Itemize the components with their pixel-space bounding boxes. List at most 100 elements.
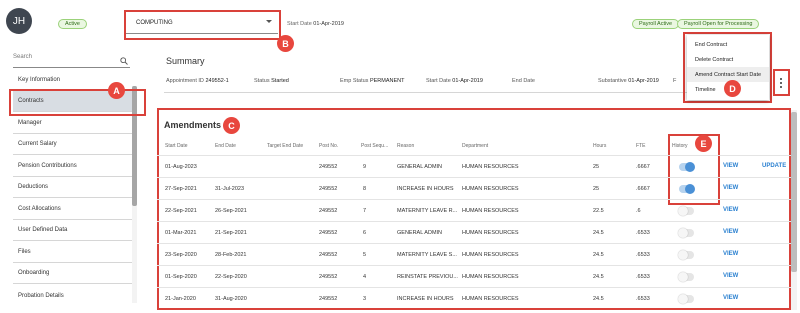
cell-post-no: 249552 <box>319 296 338 302</box>
history-toggle[interactable] <box>678 294 694 304</box>
cell-fte: .6533 <box>636 296 650 302</box>
toggle-knob <box>685 162 695 172</box>
column-header-department[interactable]: Department <box>462 143 488 149</box>
summary-start-date: Start Date 01-Apr-2019 <box>426 78 483 84</box>
cell-end-date: 31-Jul-2023 <box>215 186 245 192</box>
annotation-marker-c: C <box>223 117 240 134</box>
cell-start-date: 01-Mar-2021 <box>165 230 197 236</box>
cell-fte: .6533 <box>636 274 650 280</box>
amendments-title: Amendments <box>164 120 222 130</box>
history-toggle[interactable] <box>678 250 694 260</box>
cell-start-date: 21-Jan-2020 <box>165 296 196 302</box>
view-link[interactable]: VIEW <box>723 273 738 279</box>
summary-end-date: End Date <box>512 78 535 84</box>
cell-fte: .6 <box>636 208 641 214</box>
table-row[interactable]: 01-Mar-2021 21-Sep-2021 249552 6 GENERAL… <box>157 221 797 243</box>
sidebar-item-pension-contributions[interactable]: Pension Contributions <box>13 156 133 177</box>
cell-hours: 25 <box>593 164 600 170</box>
table-row[interactable]: 21-Jan-2020 31-Aug-2020 249552 3 INCREAS… <box>157 287 797 309</box>
cell-hours: 24.5 <box>593 252 604 258</box>
column-header-post-no[interactable]: Post No. <box>319 143 338 149</box>
payroll-active-badge: Payroll Active <box>632 19 680 29</box>
history-toggle[interactable] <box>679 184 695 194</box>
cell-fte: .6533 <box>636 252 650 258</box>
menu-item-delete-contract[interactable]: Delete Contract <box>687 52 769 67</box>
update-link[interactable]: UPDATE <box>762 163 786 169</box>
annotation-marker-e: E <box>695 135 712 152</box>
header-start-date: Start Date 01-Apr-2019 <box>287 21 344 27</box>
history-toggle[interactable] <box>679 162 695 172</box>
toggle-knob <box>678 250 688 260</box>
toggle-knob <box>678 206 688 216</box>
cell-hours: 24.5 <box>593 274 604 280</box>
table-row[interactable]: 22-Sep-2021 26-Sep-2021 249552 7 MATERNI… <box>157 199 797 221</box>
cell-post-no: 249552 <box>319 274 338 280</box>
cell-post-sequence: 9 <box>363 164 367 170</box>
cell-start-date: 27-Sep-2021 <box>165 186 197 192</box>
view-link[interactable]: VIEW <box>723 229 738 235</box>
view-link[interactable]: VIEW <box>723 295 738 301</box>
column-header-start-date[interactable]: Start Date <box>165 143 188 149</box>
header-start-date-label: Start Date <box>287 21 312 27</box>
sidebar-item-cost-allocations[interactable]: Cost Allocations <box>13 199 133 220</box>
sidebar-item-user-defined-data[interactable]: User Defined Data <box>13 220 133 241</box>
cell-start-date: 01-Sep-2020 <box>165 274 197 280</box>
annotation-marker-d: D <box>724 80 741 97</box>
column-header-fte[interactable]: FTE <box>636 143 645 149</box>
sidebar-item-files[interactable]: Files <box>13 242 133 263</box>
cell-post-no: 249552 <box>319 208 338 214</box>
column-header-end-date[interactable]: End Date <box>215 143 236 149</box>
sidebar-item-current-salary[interactable]: Current Salary <box>13 134 133 155</box>
column-header-hours[interactable]: Hours <box>593 143 606 149</box>
view-link[interactable]: VIEW <box>723 163 738 169</box>
cell-hours: 22.5 <box>593 208 604 214</box>
column-header-reason[interactable]: Reason <box>397 143 414 149</box>
appointment-id-label: Appointment ID <box>166 78 204 84</box>
toggle-knob <box>678 272 688 282</box>
search-placeholder: Search <box>13 54 33 60</box>
sidebar-item-probation-details[interactable]: Probation Details <box>13 285 133 306</box>
sidebar-item-manager[interactable]: Manager <box>13 113 133 134</box>
view-link[interactable]: VIEW <box>723 185 738 191</box>
cell-post-sequence: 8 <box>363 186 367 192</box>
sidebar-item-onboarding[interactable]: Onboarding <box>13 263 133 284</box>
avatar[interactable]: JH <box>6 8 32 34</box>
cell-department: HUMAN RESOURCES <box>462 208 519 214</box>
summary-substantive: Substantive 01-Apr-2019 <box>598 78 659 84</box>
table-row[interactable]: 01-Aug-2023 249552 9 GENERAL ADMIN HUMAN… <box>157 155 797 177</box>
cell-post-no: 249552 <box>319 164 338 170</box>
annotation-box-b <box>124 10 281 40</box>
annotation-marker-b: B <box>277 35 294 52</box>
cell-post-no: 249552 <box>319 230 338 236</box>
history-toggle[interactable] <box>678 228 694 238</box>
search-icon[interactable] <box>120 57 128 65</box>
cell-hours: 24.5 <box>593 296 604 302</box>
column-header-target-end-date[interactable]: Target End Date <box>267 143 303 149</box>
header-start-date-value: 01-Apr-2019 <box>313 21 344 27</box>
cell-reason: MATERNITY LEAVE R... <box>397 208 458 214</box>
menu-item-amend-contract-start-date[interactable]: Amend Contract Start Date <box>687 67 769 82</box>
main-scrollbar-thumb[interactable] <box>791 112 797 272</box>
view-link[interactable]: VIEW <box>723 251 738 257</box>
table-row[interactable]: 23-Sep-2020 28-Feb-2021 249552 5 MATERNI… <box>157 243 797 265</box>
column-header-post-sequence[interactable]: Post Sequ... <box>361 143 388 149</box>
cell-start-date: 01-Aug-2023 <box>165 164 197 170</box>
view-link[interactable]: VIEW <box>723 207 738 213</box>
cell-hours: 24.5 <box>593 230 604 236</box>
cell-reason: GENERAL ADMIN <box>397 164 443 170</box>
table-row[interactable]: 01-Sep-2020 22-Sep-2020 249552 4 REINSTA… <box>157 265 797 287</box>
cell-fte: .6667 <box>636 186 650 192</box>
table-row[interactable]: 27-Sep-2021 31-Jul-2023 249552 8 INCREAS… <box>157 177 797 199</box>
summary-status: Status Started <box>254 78 289 84</box>
menu-item-end-contract[interactable]: End Contract <box>687 37 769 52</box>
cell-post-no: 249552 <box>319 252 338 258</box>
history-toggle[interactable] <box>678 272 694 282</box>
history-toggle[interactable] <box>678 206 694 216</box>
cell-post-sequence: 7 <box>363 208 367 214</box>
cell-fte: .6667 <box>636 164 650 170</box>
sidebar-item-deductions[interactable]: Deductions <box>13 177 133 198</box>
cell-end-date: 26-Sep-2021 <box>215 208 247 214</box>
kebab-menu-icon[interactable] <box>775 72 787 94</box>
kebab-dot <box>780 82 782 84</box>
search-input[interactable]: Search <box>13 54 130 68</box>
